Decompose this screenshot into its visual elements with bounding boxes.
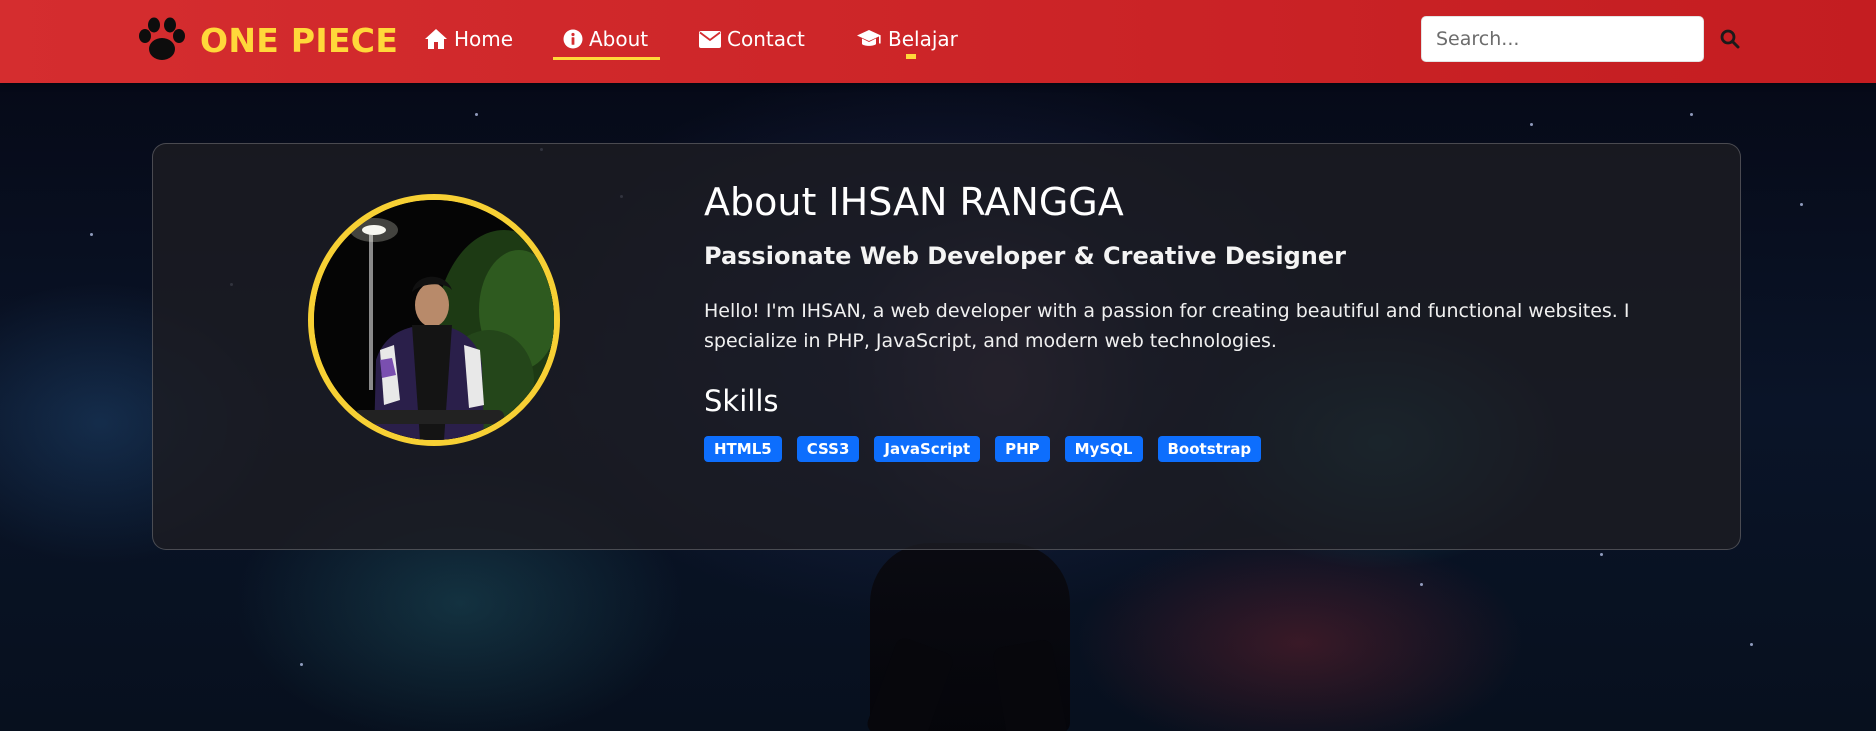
info-circle-icon <box>563 29 583 49</box>
about-title: About IHSAN RANGGA <box>704 180 1124 224</box>
envelope-icon <box>699 30 721 48</box>
avatar <box>308 194 560 446</box>
nav-home[interactable]: Home <box>424 22 513 56</box>
brand-link[interactable]: ONE PIECE <box>136 14 398 66</box>
search-icon <box>1720 29 1740 49</box>
paw-icon <box>139 17 185 60</box>
about-description: Hello! I'm IHSAN, a web developer with a… <box>704 300 1630 352</box>
skill-badge: PHP <box>995 436 1050 462</box>
skill-badge: JavaScript <box>874 436 981 462</box>
nav-about[interactable]: About <box>563 22 648 56</box>
skill-badge: CSS3 <box>796 436 860 462</box>
brand-name: ONE PIECE <box>200 20 399 60</box>
active-nav-indicator <box>553 57 660 60</box>
profile-photo <box>314 200 554 440</box>
skills-title: Skills <box>704 384 779 418</box>
nav-belajar-label: Belajar <box>888 27 958 51</box>
navbar: ONE PIECE Home About Contact Belajar <box>0 0 1876 83</box>
skill-badge: Bootstrap <box>1157 436 1262 462</box>
search-button[interactable] <box>1716 24 1744 54</box>
skills-list: HTML5 CSS3 JavaScript PHP MySQL Bootstra… <box>704 436 1276 462</box>
skill-badge: HTML5 <box>704 436 782 462</box>
nav-belajar-marker <box>906 54 916 59</box>
about-card: About IHSAN RANGGA Passionate Web Develo… <box>152 143 1741 550</box>
nav-contact[interactable]: Contact <box>699 22 805 56</box>
nav-contact-label: Contact <box>727 27 805 51</box>
search-input[interactable] <box>1421 16 1704 62</box>
graduation-cap-icon <box>857 30 881 46</box>
home-icon <box>425 29 447 49</box>
skill-badge: MySQL <box>1064 436 1143 462</box>
nav-home-label: Home <box>454 27 514 51</box>
nav-about-label: About <box>589 27 649 51</box>
nav-belajar[interactable]: Belajar <box>856 22 958 56</box>
about-subtitle: Passionate Web Developer & Creative Desi… <box>704 242 1346 270</box>
